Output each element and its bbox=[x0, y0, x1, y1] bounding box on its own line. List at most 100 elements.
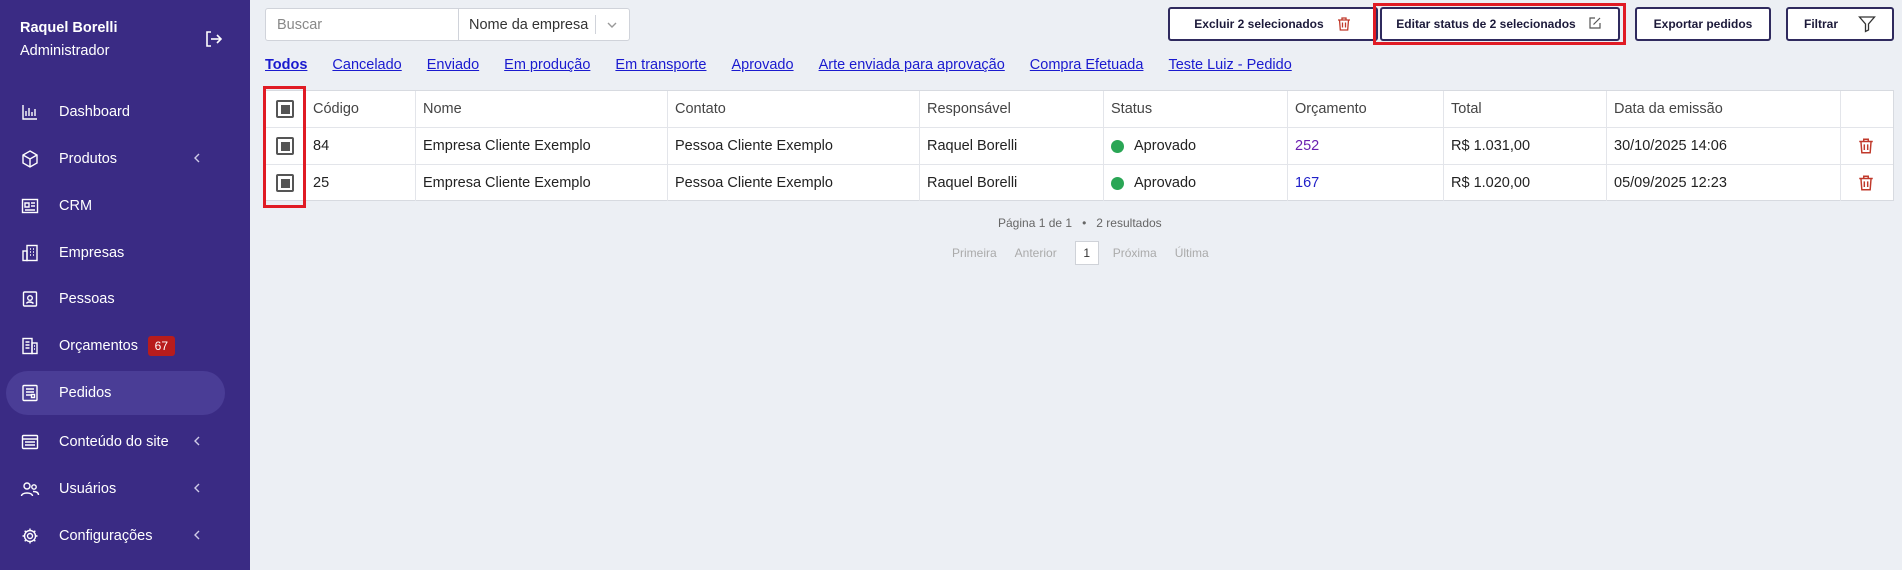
sidebar-item-configuracoes[interactable]: Configurações bbox=[6, 514, 225, 558]
chart-icon bbox=[20, 102, 40, 122]
search-input[interactable] bbox=[266, 9, 458, 40]
sidebar-item-usuarios[interactable]: Usuários bbox=[6, 467, 225, 511]
cell-data-emissao: 05/09/2025 12:23 bbox=[1607, 165, 1841, 201]
header-actions bbox=[1841, 91, 1893, 127]
header-codigo[interactable]: Código bbox=[306, 91, 416, 127]
results-count: 2 resultados bbox=[1096, 216, 1162, 230]
search-field-value: Nome da empresa bbox=[469, 16, 589, 33]
person-card-icon bbox=[20, 289, 40, 309]
search-field-select[interactable]: Nome da empresa bbox=[458, 9, 629, 40]
cell-total: R$ 1.031,00 bbox=[1444, 128, 1607, 164]
tab-em-transporte[interactable]: Em transporte bbox=[615, 57, 706, 73]
prev-page-link[interactable]: Anterior bbox=[1015, 246, 1057, 260]
orcamento-link[interactable]: 167 bbox=[1295, 175, 1319, 191]
tab-teste-luiz-pedido[interactable]: Teste Luiz - Pedido bbox=[1168, 57, 1291, 73]
chevron-left-icon bbox=[194, 483, 200, 493]
users-icon bbox=[20, 479, 40, 499]
cell-codigo: 84 bbox=[306, 128, 416, 164]
tab-todos[interactable]: Todos bbox=[265, 57, 307, 73]
status-dot bbox=[1111, 176, 1124, 190]
tab-aprovado[interactable]: Aprovado bbox=[731, 57, 793, 73]
filter-button[interactable]: Filtrar bbox=[1786, 7, 1894, 41]
trash-icon bbox=[1336, 16, 1352, 32]
cell-codigo: 25 bbox=[306, 165, 416, 201]
cell-status: Aprovado bbox=[1104, 165, 1288, 201]
sidebar-item-label: Configurações bbox=[59, 528, 153, 544]
header-nome[interactable]: Nome bbox=[416, 91, 668, 127]
table-row[interactable]: 25 Empresa Cliente Exemplo Pessoa Client… bbox=[265, 165, 1893, 202]
tab-arte-enviada[interactable]: Arte enviada para aprovação bbox=[819, 57, 1005, 73]
chevron-left-icon bbox=[194, 153, 200, 163]
sidebar-item-label: Pedidos bbox=[59, 385, 112, 401]
tab-em-producao[interactable]: Em produção bbox=[504, 57, 590, 73]
logout-icon[interactable] bbox=[204, 30, 222, 48]
cell-nome: Empresa Cliente Exemplo bbox=[416, 128, 668, 164]
current-page-button[interactable]: 1 bbox=[1074, 241, 1099, 265]
checkbox-column-highlight bbox=[263, 86, 306, 208]
sidebar-item-label: Orçamentos bbox=[59, 338, 138, 354]
header-orcamento[interactable]: Orçamento bbox=[1288, 91, 1444, 127]
sidebar-item-label: Conteúdo do site bbox=[59, 434, 169, 450]
cell-responsavel: Raquel Borelli bbox=[920, 128, 1104, 164]
sidebar-item-dashboard[interactable]: Dashboard bbox=[6, 90, 225, 134]
edit-status-highlight bbox=[1373, 3, 1626, 45]
status-dot bbox=[1111, 139, 1124, 153]
cell-responsavel: Raquel Borelli bbox=[920, 165, 1104, 201]
orders-table: Código Nome Contato Responsável Status O… bbox=[264, 90, 1894, 201]
user-role: Administrador bbox=[20, 43, 110, 59]
sidebar-item-conteudo-do-site[interactable]: Conteúdo do site bbox=[6, 420, 225, 464]
table-row[interactable]: 84 Empresa Cliente Exemplo Pessoa Client… bbox=[265, 128, 1893, 165]
search-bar: Nome da empresa bbox=[265, 8, 630, 41]
site-content-icon bbox=[20, 432, 40, 452]
user-name: Raquel Borelli bbox=[20, 20, 118, 36]
page-info-text: Página 1 de 1 bbox=[998, 216, 1073, 230]
orcamento-link[interactable]: 252 bbox=[1295, 138, 1319, 154]
orcamentos-count-badge: 67 bbox=[147, 336, 175, 356]
cell-contato: Pessoa Cliente Exemplo bbox=[668, 165, 920, 201]
filter-icon bbox=[1858, 15, 1876, 33]
delete-row-icon[interactable] bbox=[1857, 137, 1875, 155]
delete-row-icon[interactable] bbox=[1857, 174, 1875, 192]
last-page-link[interactable]: Última bbox=[1175, 246, 1209, 260]
cell-total: R$ 1.020,00 bbox=[1444, 165, 1607, 201]
delete-selected-label: Excluir 2 selecionados bbox=[1194, 17, 1324, 31]
export-orders-label: Exportar pedidos bbox=[1653, 17, 1753, 31]
sidebar-item-label: Produtos bbox=[59, 151, 118, 167]
header-contato[interactable]: Contato bbox=[668, 91, 920, 127]
gear-icon bbox=[20, 526, 40, 546]
cell-nome: Empresa Cliente Exemplo bbox=[416, 165, 668, 201]
filter-label: Filtrar bbox=[1803, 17, 1838, 31]
tab-enviado[interactable]: Enviado bbox=[427, 57, 479, 73]
chevron-left-icon bbox=[194, 530, 200, 540]
crm-icon bbox=[20, 196, 40, 216]
tab-cancelado[interactable]: Cancelado bbox=[332, 57, 401, 73]
user-info: Raquel Borelli Administrador bbox=[20, 20, 118, 59]
select-separator bbox=[595, 15, 596, 34]
box-icon bbox=[20, 149, 40, 169]
header-responsavel[interactable]: Responsável bbox=[920, 91, 1104, 127]
sidebar-item-crm[interactable]: CRM bbox=[6, 184, 225, 228]
sidebar-item-pedidos[interactable]: Pedidos bbox=[6, 371, 225, 415]
cell-actions bbox=[1841, 128, 1893, 164]
status-text: Aprovado bbox=[1134, 138, 1197, 154]
delete-selected-button[interactable]: Excluir 2 selecionados bbox=[1168, 7, 1378, 41]
cell-orcamento: 252 bbox=[1288, 128, 1444, 164]
sidebar-item-produtos[interactable]: Produtos bbox=[6, 137, 225, 181]
table-header-row: Código Nome Contato Responsável Status O… bbox=[265, 91, 1893, 128]
sidebar-item-orcamentos[interactable]: Orçamentos 67 bbox=[6, 324, 225, 368]
header-total[interactable]: Total bbox=[1444, 91, 1607, 127]
header-data-emissao[interactable]: Data da emissão bbox=[1607, 91, 1841, 127]
sidebar-item-empresas[interactable]: Empresas bbox=[6, 231, 225, 275]
tab-compra-efetuada[interactable]: Compra Efetuada bbox=[1030, 57, 1144, 73]
chevron-down-icon bbox=[607, 22, 617, 28]
sidebar-item-label: Empresas bbox=[59, 245, 125, 261]
sidebar-item-label: Dashboard bbox=[59, 104, 130, 120]
status-text: Aprovado bbox=[1134, 175, 1197, 191]
first-page-link[interactable]: Primeira bbox=[952, 246, 997, 260]
sidebar-item-pessoas[interactable]: Pessoas bbox=[6, 277, 225, 321]
sidebar-item-label: Usuários bbox=[59, 481, 117, 497]
status-tabs: Todos Cancelado Enviado Em produção Em t… bbox=[265, 57, 1317, 73]
export-orders-button[interactable]: Exportar pedidos bbox=[1635, 7, 1771, 41]
next-page-link[interactable]: Próxima bbox=[1113, 246, 1157, 260]
header-status[interactable]: Status bbox=[1104, 91, 1288, 127]
